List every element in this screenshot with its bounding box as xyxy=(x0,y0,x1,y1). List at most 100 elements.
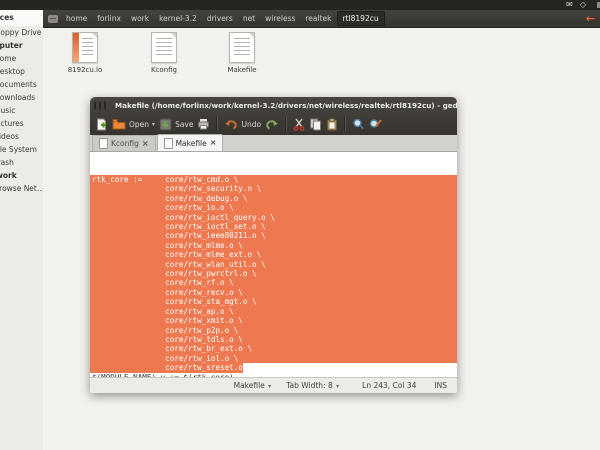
file-label: 8192cu.lo xyxy=(45,66,125,74)
selected-line-end[interactable]: core/rtw_sreset.o xyxy=(90,363,457,372)
sidebar-header-computer: Computer xyxy=(0,39,43,52)
search-icon xyxy=(352,118,365,131)
close-window-button[interactable] xyxy=(94,101,96,110)
gedit-header: Makefile (/home/forlinx/work/kernel-3.2/… xyxy=(90,97,457,135)
desktop: ✉ ◇ home forlinx work kernel-3.2 drivers… xyxy=(0,0,600,450)
file-kconfig[interactable]: Kconfig xyxy=(124,32,204,74)
file-8192cu-lo[interactable]: 8192cu.lo xyxy=(45,32,125,74)
sidebar-item-file-system[interactable]: File System xyxy=(0,143,43,156)
selected-line[interactable]: core/rtw_security.o \ xyxy=(90,184,457,193)
tab-makefile[interactable]: Makefile × xyxy=(157,134,224,151)
crumb-home[interactable]: home xyxy=(61,12,92,25)
selected-line[interactable]: core/rtw_iol.o \ xyxy=(90,354,457,363)
new-document-icon xyxy=(95,118,108,131)
copy-icon xyxy=(309,118,322,131)
sidebar-item-documents[interactable]: Documents xyxy=(0,78,43,91)
selected-line[interactable]: core/rtw_wlan_util.o \ xyxy=(90,260,457,269)
crumb-kernel[interactable]: kernel-3.2 xyxy=(154,12,202,25)
text-file-icon xyxy=(229,32,255,63)
sidebar-item-downloads[interactable]: Downloads xyxy=(0,91,43,104)
sidebar-item-desktop[interactable]: Desktop xyxy=(0,65,43,78)
tab-label: Makefile xyxy=(176,139,207,148)
selected-line[interactable]: core/rtw_pwrctrl.o \ xyxy=(90,269,457,278)
selected-line[interactable]: core/rtw_rf.o \ xyxy=(90,278,457,287)
redo-button[interactable] xyxy=(265,118,279,130)
gedit-titlebar[interactable]: Makefile (/home/forlinx/work/kernel-3.2/… xyxy=(90,97,457,113)
crumb-rtl8192cu-active[interactable]: rtl8192cu xyxy=(337,11,385,26)
top-panel: ✉ ◇ xyxy=(0,0,600,10)
selected-line[interactable]: core/rtw_ieee80211.o \ xyxy=(90,231,457,240)
mail-icon[interactable]: ✉ xyxy=(566,0,573,10)
toolbar-separator xyxy=(285,117,287,131)
sidebar-item-music[interactable]: Music xyxy=(0,104,43,117)
back-arrow-icon[interactable]: ← xyxy=(586,11,595,27)
text-file-icon xyxy=(151,32,177,63)
document-icon xyxy=(164,138,173,149)
find-button[interactable] xyxy=(352,118,365,131)
maximize-window-button[interactable] xyxy=(104,101,106,110)
language-dropdown[interactable]: Makefile ▾ xyxy=(234,381,273,390)
toolbar-separator xyxy=(216,117,218,131)
selected-line[interactable]: core/rtw_debug.o \ xyxy=(90,194,457,203)
file-makefile[interactable]: Makefile xyxy=(202,32,282,74)
selected-line[interactable]: core/rtw_sta_mgt.o \ xyxy=(90,297,457,306)
selected-line[interactable]: core/rtw_mlme_ext.o \ xyxy=(90,250,457,259)
selected-line[interactable]: core/rtw_mlme.o \ xyxy=(90,241,457,250)
sidebar-header-network: Network xyxy=(0,169,43,182)
sidebar-item-floppy-drive[interactable]: Floppy Drive xyxy=(0,26,43,39)
selected-line[interactable]: rtk_core := core/rtw_cmd.o \ xyxy=(90,175,457,184)
selected-line[interactable]: core/rtw_ap.o \ xyxy=(90,307,457,316)
selected-line[interactable]: core/rtw_xmit.o \ xyxy=(90,316,457,325)
selected-line[interactable]: core/rtw_recv.o \ xyxy=(90,288,457,297)
dropdown-caret-icon: ▾ xyxy=(336,383,339,390)
crumb-forlinx[interactable]: forlinx xyxy=(92,12,126,25)
selected-line[interactable]: core/rtw_io.o \ xyxy=(90,203,457,212)
network-icon[interactable]: ◇ xyxy=(580,0,586,10)
tab-kconfig[interactable]: Kconfig × xyxy=(92,135,156,151)
text-editor-area[interactable]: rtk_core := core/rtw_cmd.o \ core/rtw_se… xyxy=(90,152,457,377)
sidebar-item-browse-network[interactable]: Browse Net… xyxy=(0,182,43,195)
sidebar-item-trash[interactable]: Trash xyxy=(0,156,43,169)
gedit-tabbar: Kconfig × Makefile × xyxy=(90,135,457,152)
clipped-text-line[interactable]: $(MODULE_NAME)-y += $(rtk_core) xyxy=(90,373,457,377)
print-button[interactable] xyxy=(197,118,210,130)
save-button[interactable]: Save xyxy=(159,118,193,131)
crumb-work[interactable]: work xyxy=(126,12,154,25)
drive-icon[interactable] xyxy=(48,15,58,23)
crumb-wireless[interactable]: wireless xyxy=(260,12,300,25)
selected-line[interactable]: core/rtw_br_ext.o \ xyxy=(90,344,457,353)
sidebar-item-videos[interactable]: Videos xyxy=(0,130,43,143)
selected-line[interactable]: core/rtw_ioctl_query.o \ xyxy=(90,213,457,222)
crumb-realtek[interactable]: realtek xyxy=(300,12,336,25)
gedit-toolbar: Open ▾ Save Undo xyxy=(90,113,457,135)
places-sidebar: Devices Floppy Drive Computer Home Deskt… xyxy=(0,10,43,450)
selected-line[interactable]: core/rtw_tdls.o \ xyxy=(90,335,457,344)
crumb-net[interactable]: net xyxy=(238,12,260,25)
sidebar-item-home[interactable]: Home xyxy=(0,52,43,65)
new-document-button[interactable] xyxy=(95,118,108,131)
minimize-window-button[interactable] xyxy=(99,101,101,110)
tab-width-dropdown[interactable]: Tab Width: 8 ▾ xyxy=(286,381,340,390)
tab-close-icon[interactable]: × xyxy=(142,140,149,148)
redo-icon xyxy=(265,118,279,130)
selected-line[interactable]: core/rtw_p2p.o \ xyxy=(90,326,457,335)
breadcrumb: home forlinx work kernel-3.2 drivers net… xyxy=(43,10,600,28)
sidebar-item-pictures[interactable]: Pictures xyxy=(0,117,43,130)
undo-button[interactable]: Undo xyxy=(224,118,261,130)
open-button[interactable]: Open ▾ xyxy=(112,118,155,130)
tab-close-icon[interactable]: × xyxy=(210,139,217,147)
replace-button[interactable] xyxy=(369,118,382,131)
object-file-icon xyxy=(72,32,98,63)
tab-label: Kconfig xyxy=(111,139,139,148)
selected-line[interactable]: core/rtw_ioctl_set.o \ xyxy=(90,222,457,231)
paste-clipboard-icon xyxy=(326,118,338,131)
crumb-drivers[interactable]: drivers xyxy=(202,12,238,25)
open-dropdown-caret[interactable]: ▾ xyxy=(152,121,155,128)
search-replace-icon xyxy=(369,118,382,131)
gedit-window: Makefile (/home/forlinx/work/kernel-3.2/… xyxy=(90,97,457,393)
copy-button[interactable] xyxy=(309,118,322,131)
paste-button[interactable] xyxy=(326,118,338,131)
cut-button[interactable] xyxy=(293,118,305,131)
cut-scissors-icon xyxy=(293,118,305,131)
sidebar-header-devices: Devices xyxy=(0,10,43,26)
